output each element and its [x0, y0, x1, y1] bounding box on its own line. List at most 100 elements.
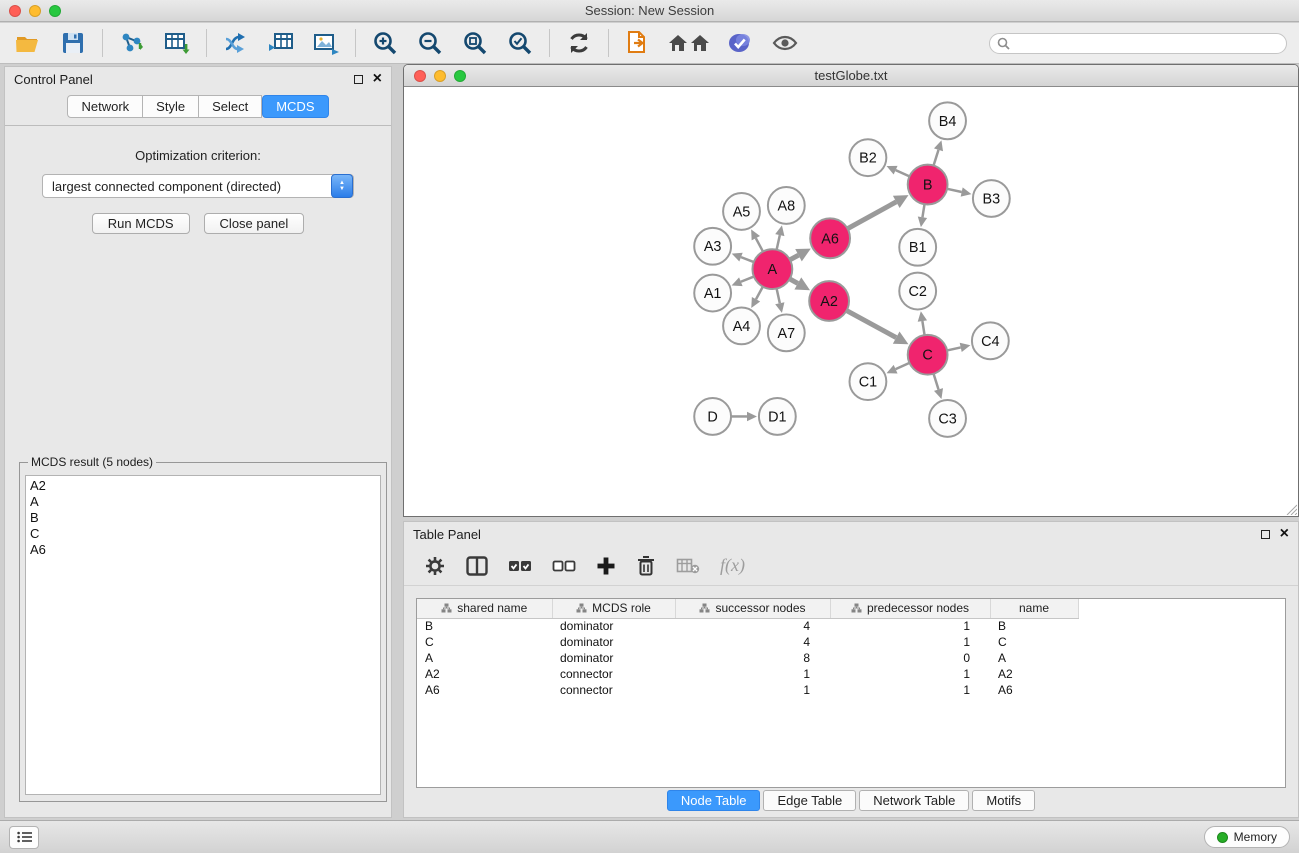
network-edge-B-B1[interactable] — [922, 204, 924, 217]
tab-select[interactable]: Select — [199, 95, 262, 118]
mcds-result-item[interactable]: B — [30, 510, 376, 526]
column-header-predecessor-nodes[interactable]: predecessor nodes — [830, 599, 990, 618]
mcds-result-item[interactable]: A — [30, 494, 376, 510]
select-all-icon[interactable] — [508, 558, 532, 574]
table-row[interactable]: Bdominator41B — [417, 618, 1078, 634]
network-edge-A-A7[interactable] — [777, 289, 780, 304]
dropdown-stepper-icon[interactable]: ▲▼ — [331, 174, 353, 198]
network-node-C4[interactable]: C4 — [972, 322, 1009, 359]
import-table-icon[interactable] — [161, 27, 193, 59]
network-edge-A-A4[interactable] — [756, 287, 763, 300]
network-edge-A-A8[interactable] — [777, 235, 780, 250]
network-node-A8[interactable]: A8 — [768, 187, 805, 224]
network-node-B2[interactable]: B2 — [850, 139, 887, 176]
open-session-icon[interactable] — [12, 27, 44, 59]
tab-node-table[interactable]: Node Table — [667, 790, 761, 811]
network-node-C1[interactable]: C1 — [850, 363, 887, 400]
close-panel-button[interactable]: Close panel — [204, 213, 305, 234]
table-row[interactable]: Cdominator41C — [417, 634, 1078, 650]
deselect-all-icon[interactable] — [552, 558, 576, 574]
column-header-shared-name[interactable]: shared name — [417, 599, 552, 618]
tab-motifs[interactable]: Motifs — [972, 790, 1035, 811]
destroy-table-icon[interactable] — [676, 557, 700, 575]
tab-edge-table[interactable]: Edge Table — [763, 790, 856, 811]
zoom-out-icon[interactable] — [414, 27, 446, 59]
network-node-B4[interactable]: B4 — [929, 102, 966, 139]
float-panel-icon[interactable] — [354, 75, 363, 84]
search-input[interactable] — [989, 33, 1287, 54]
home-icon[interactable] — [667, 27, 711, 59]
network-edge-A-A5[interactable] — [756, 238, 763, 251]
table-row[interactable]: Adominator80A — [417, 650, 1078, 666]
network-close-button[interactable] — [414, 70, 426, 82]
table-row[interactable]: A6connector11A6 — [417, 682, 1078, 698]
minimize-window-button[interactable] — [29, 5, 41, 17]
tab-style[interactable]: Style — [143, 95, 199, 118]
resize-grip-icon[interactable] — [1285, 503, 1297, 515]
memory-button[interactable]: Memory — [1204, 826, 1290, 848]
network-node-A6[interactable]: A6 — [810, 218, 850, 258]
close-panel-icon[interactable]: × — [373, 74, 382, 84]
maximize-window-button[interactable] — [49, 5, 61, 17]
optimization-criterion-dropdown[interactable]: largest connected component (directed) ▲… — [42, 174, 354, 198]
tab-network[interactable]: Network — [67, 95, 143, 118]
save-session-icon[interactable] — [57, 27, 89, 59]
network-node-B[interactable]: B — [908, 165, 948, 205]
network-edge-C-C4[interactable] — [947, 347, 961, 350]
network-edge-C-C1[interactable] — [896, 363, 910, 369]
network-node-C3[interactable]: C3 — [929, 400, 966, 437]
column-header-name[interactable]: name — [990, 599, 1078, 618]
column-header-mcds-role[interactable]: MCDS role — [552, 599, 675, 618]
network-node-A4[interactable]: A4 — [723, 307, 760, 344]
validate-check-icon[interactable] — [724, 27, 756, 59]
task-history-button[interactable] — [9, 826, 39, 849]
network-node-A[interactable]: A — [752, 249, 792, 289]
table-row[interactable]: A2connector11A2 — [417, 666, 1078, 682]
network-minimize-button[interactable] — [434, 70, 446, 82]
add-column-icon[interactable] — [596, 556, 616, 576]
network-node-B1[interactable]: B1 — [899, 229, 936, 266]
delete-column-icon[interactable] — [636, 555, 656, 577]
network-edge-A2-C[interactable] — [847, 311, 897, 338]
table-mode-gear-icon[interactable] — [424, 555, 446, 577]
network-node-D1[interactable]: D1 — [759, 398, 796, 435]
network-maximize-button[interactable] — [454, 70, 466, 82]
float-table-panel-icon[interactable] — [1261, 530, 1270, 539]
network-edge-C-C2[interactable] — [922, 321, 924, 335]
new-network-table-icon[interactable] — [265, 27, 297, 59]
close-table-panel-icon[interactable]: × — [1280, 529, 1289, 539]
network-edge-B-B2[interactable] — [896, 170, 910, 176]
network-node-C2[interactable]: C2 — [899, 273, 936, 310]
network-window-titlebar[interactable]: testGlobe.txt — [404, 65, 1298, 87]
open-document-icon[interactable] — [622, 27, 654, 59]
tab-network-table[interactable]: Network Table — [859, 790, 969, 811]
network-edge-A-A1[interactable] — [741, 277, 754, 282]
new-network-icon[interactable] — [220, 27, 252, 59]
network-node-A7[interactable]: A7 — [768, 314, 805, 351]
mcds-result-item[interactable]: A2 — [30, 478, 376, 494]
network-node-C[interactable]: C — [908, 335, 948, 375]
network-node-A2[interactable]: A2 — [809, 281, 849, 321]
network-node-D[interactable]: D — [694, 398, 731, 435]
network-node-A3[interactable]: A3 — [694, 228, 731, 265]
network-node-A5[interactable]: A5 — [723, 193, 760, 230]
network-edge-B-B4[interactable] — [934, 150, 939, 166]
network-edge-A6-B[interactable] — [848, 202, 897, 229]
network-node-A1[interactable]: A1 — [694, 275, 731, 312]
network-node-B3[interactable]: B3 — [973, 180, 1010, 217]
export-image-icon[interactable] — [310, 27, 342, 59]
show-columns-icon[interactable] — [466, 556, 488, 576]
refresh-layout-icon[interactable] — [563, 27, 595, 59]
network-edge-A-A6[interactable] — [790, 255, 799, 260]
close-window-button[interactable] — [9, 5, 21, 17]
network-edge-C-C3[interactable] — [934, 374, 939, 390]
mcds-result-list[interactable]: A2ABCA6 — [25, 475, 381, 795]
mcds-result-item[interactable]: C — [30, 526, 376, 542]
mcds-result-item[interactable]: A6 — [30, 542, 376, 558]
zoom-selected-icon[interactable] — [504, 27, 536, 59]
column-header-successor-nodes[interactable]: successor nodes — [675, 599, 830, 618]
network-edge-A-A3[interactable] — [741, 257, 754, 262]
network-canvas[interactable]: B4 B2 B B3 A5A8A6 A3 B1 A C2 A1 A2 A4A7 C4 C C1 C3 D D1 — [404, 88, 1298, 516]
zoom-fit-icon[interactable] — [459, 27, 491, 59]
tab-mcds[interactable]: MCDS — [262, 95, 328, 118]
